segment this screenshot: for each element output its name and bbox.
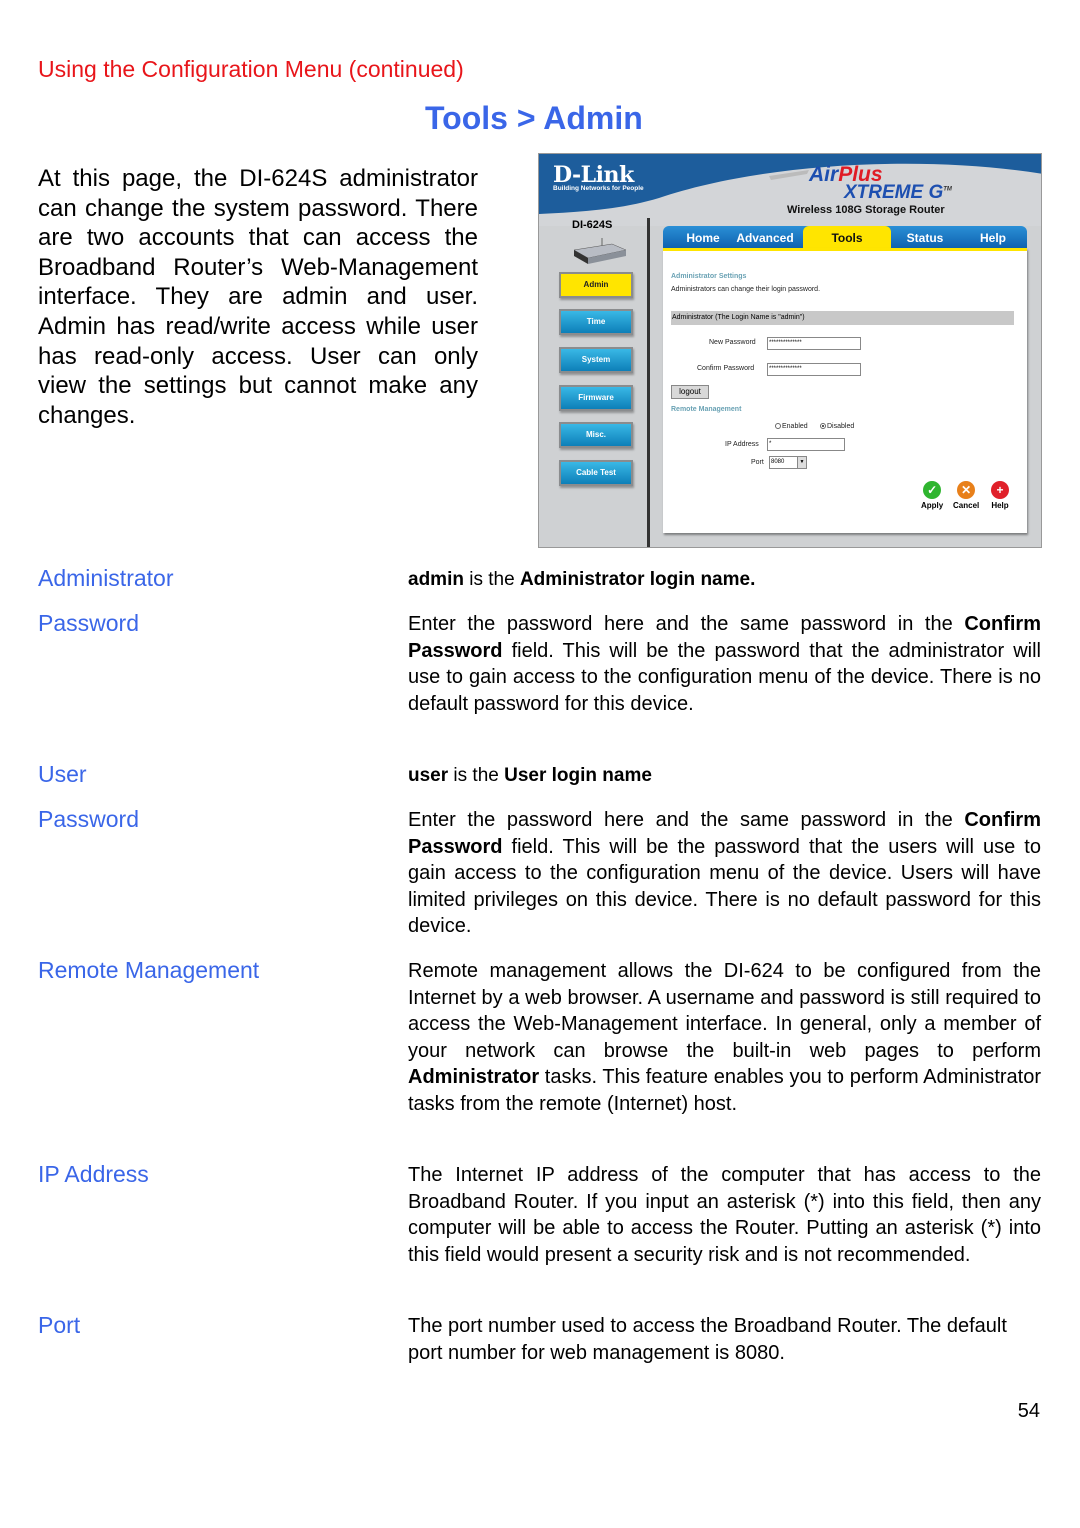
desc-administrator: admin is the Administrator login name.	[408, 569, 756, 590]
desc-user: user is the User login name	[408, 765, 652, 786]
term-remote-management: Remote Management	[38, 957, 260, 983]
port-select[interactable]: 8080 ▼	[769, 456, 807, 469]
tab-status[interactable]: Status	[895, 226, 955, 248]
nav-cable-test-button[interactable]: Cable Test	[559, 460, 633, 486]
confirm-password-input[interactable]: **************	[767, 363, 861, 376]
router-tab-bar: Home Advanced Tools Status Help	[663, 226, 1027, 248]
emphasis-text: User login name	[504, 765, 652, 786]
term-port: Port	[38, 1312, 81, 1338]
tab-help[interactable]: Help	[963, 226, 1023, 248]
port-label: Port	[751, 459, 764, 466]
tab-tools[interactable]: Tools	[803, 226, 891, 248]
remote-disabled-option[interactable]: Disabled	[820, 423, 854, 430]
admin-settings-desc: Administrators can change their login pa…	[671, 286, 821, 293]
desc-remote-management: Remote management allows the DI-624 to b…	[408, 960, 1041, 1115]
term-password: Password	[38, 610, 139, 636]
admin-settings-heading: Administrator Settings	[671, 273, 747, 280]
logout-button[interactable]: logout	[671, 385, 709, 399]
emphasis-text: Confirm Password	[408, 809, 1041, 858]
nav-time-button[interactable]: Time	[559, 309, 633, 335]
emphasis-text: Confirm Password	[408, 613, 1041, 662]
chevron-down-icon[interactable]: ▼	[797, 457, 806, 468]
desc-user-password: Enter the password here and the same pas…	[408, 809, 1041, 938]
nav-misc-button[interactable]: Misc.	[559, 422, 633, 448]
page-title: Tools > Admin	[425, 100, 643, 136]
disabled-radio[interactable]	[820, 423, 826, 430]
nav-admin-button[interactable]: Admin	[559, 272, 633, 298]
apply-button[interactable]: ✓ Apply	[921, 481, 943, 510]
checkmark-icon: ✓	[923, 481, 942, 499]
desc-ip-address: The Internet IP address of the computer …	[408, 1164, 1041, 1266]
nav-firmware-button[interactable]: Firmware	[559, 385, 633, 411]
emphasis-text: user	[408, 765, 449, 786]
admin-section-bar: Administrator (The Login Name is "admin"…	[671, 311, 1014, 325]
remote-enabled-option[interactable]: Enabled	[775, 423, 808, 430]
cancel-x-icon: ✕	[957, 481, 976, 499]
model-label: DI-624S	[572, 219, 613, 231]
remote-management-heading: Remote Management	[671, 406, 742, 413]
term-ip-address: IP Address	[38, 1161, 149, 1187]
emphasis-text: Administrator login name.	[519, 569, 756, 590]
help-button[interactable]: + Help	[991, 481, 1009, 510]
new-password-input[interactable]: **************	[767, 337, 861, 350]
desc-port: The port number used to access the Broad…	[408, 1315, 1007, 1364]
ip-address-label: IP Address	[725, 441, 759, 448]
router-device-icon	[573, 238, 627, 264]
help-plus-icon: +	[991, 481, 1009, 499]
new-password-label: New Password	[709, 339, 756, 346]
cancel-button[interactable]: ✕ Cancel	[953, 481, 979, 510]
section-heading: Using the Configuration Menu (continued)	[38, 56, 464, 82]
page-number: 54	[1017, 1400, 1040, 1422]
term-user-password: Password	[38, 806, 139, 832]
router-screenshot: D-Link Building Networks for People AirP…	[538, 153, 1042, 548]
term-user: User	[38, 761, 87, 787]
ip-address-input[interactable]: *	[767, 438, 845, 451]
tab-advanced[interactable]: Advanced	[733, 226, 797, 248]
emphasis-text: Administrator	[408, 1066, 540, 1089]
term-administrator: Administrator	[38, 565, 174, 591]
desc-password: Enter the password here and the same pas…	[408, 613, 1041, 715]
emphasis-text: admin	[408, 569, 464, 590]
xtreme-g-logo: XTREME GTM	[844, 182, 952, 203]
router-sidebar: DI-624S Admin Time System Firmware Misc.…	[539, 214, 647, 547]
confirm-password-label: Confirm Password	[697, 365, 755, 372]
sidebar-divider	[647, 218, 650, 547]
nav-system-button[interactable]: System	[559, 347, 633, 373]
product-name: Wireless 108G Storage Router	[787, 204, 945, 216]
tab-home[interactable]: Home	[673, 226, 733, 248]
intro-paragraph: At this page, the DI-624S administrator …	[38, 165, 478, 429]
router-content-panel: Administrator Settings Administrators ca…	[663, 248, 1027, 533]
enabled-radio[interactable]	[775, 423, 781, 430]
dlink-tagline: Building Networks for People	[553, 185, 644, 192]
